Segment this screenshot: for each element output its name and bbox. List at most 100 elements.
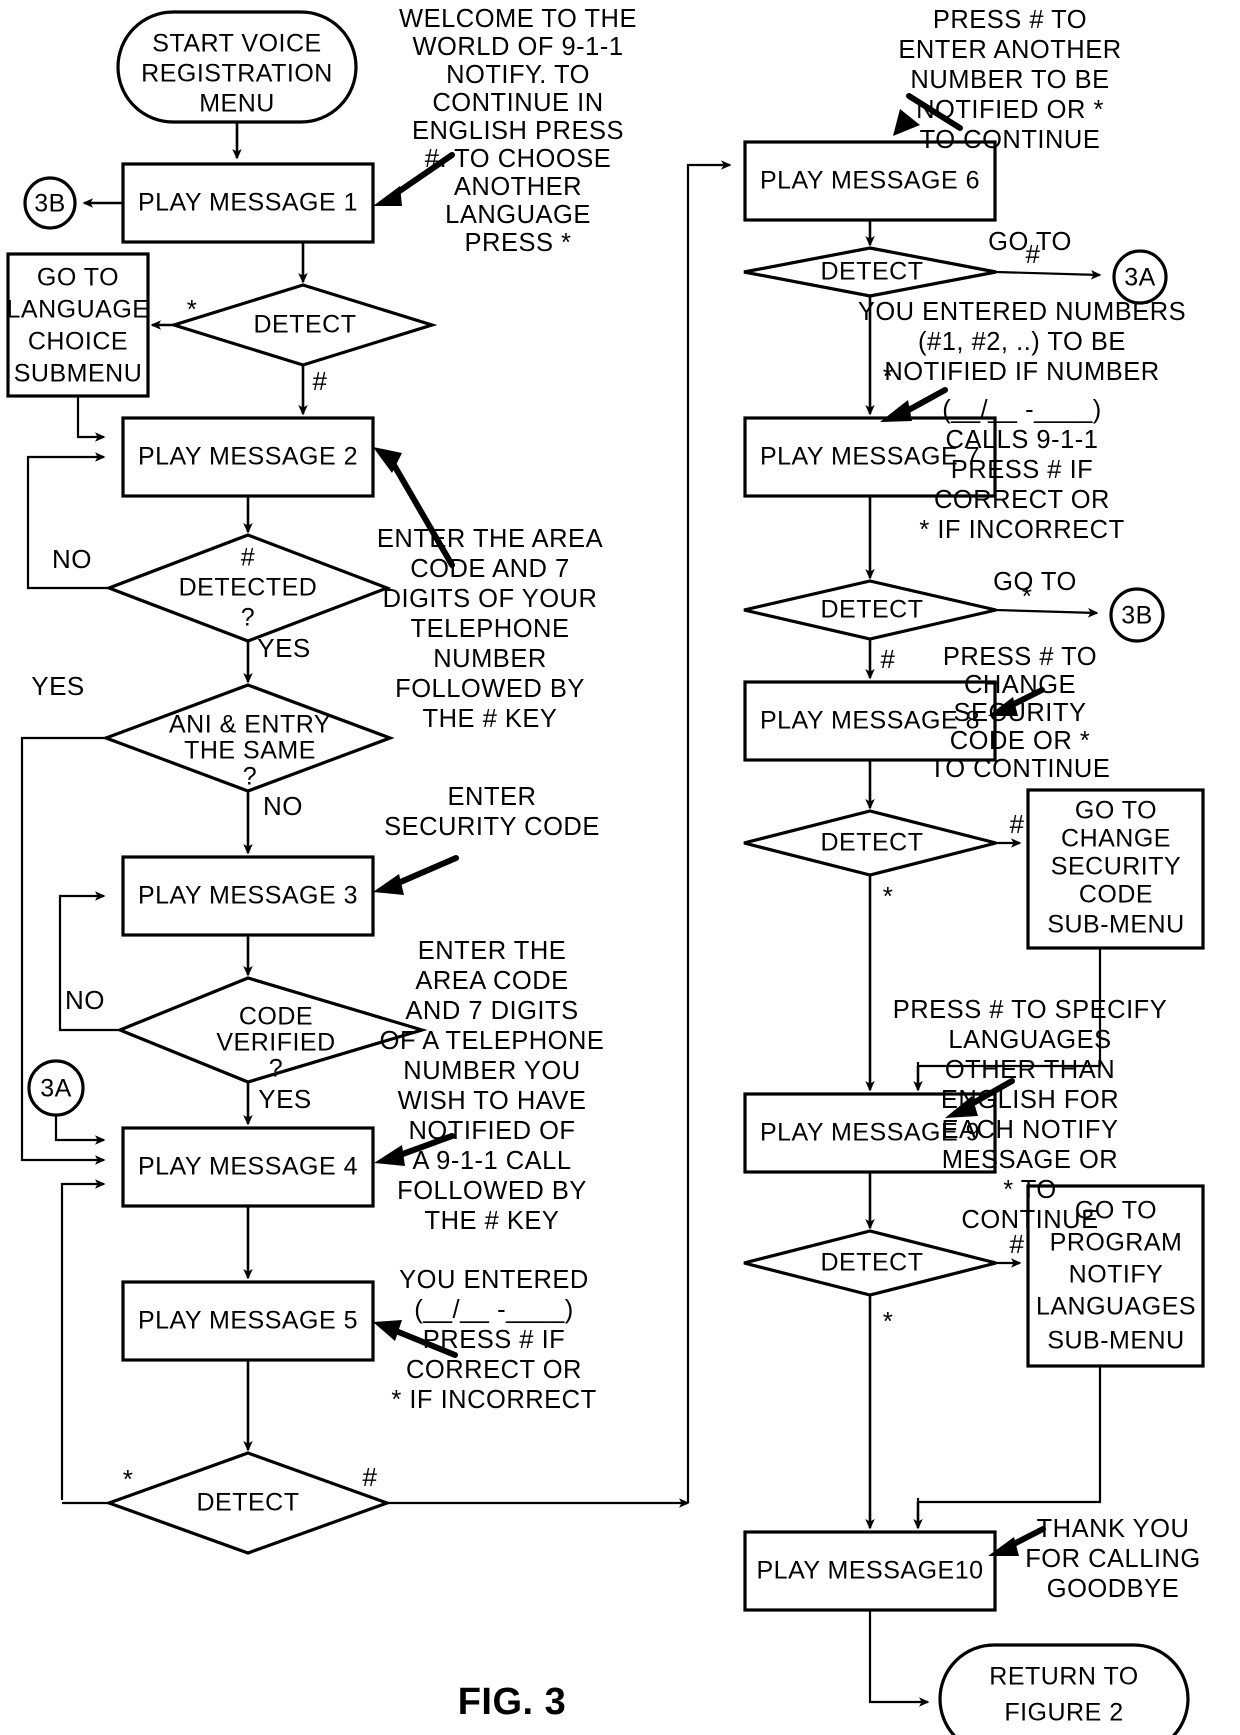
node-start: START VOICE REGISTRATION MENU	[116, 10, 358, 124]
ani-line3: ?	[243, 763, 257, 791]
annotation-msg1-line-8: PRESS *	[465, 229, 572, 257]
msg2-label: PLAY MESSAGE 2	[138, 443, 358, 471]
change-security-line3: SECURITY	[1051, 853, 1181, 881]
annotation-msg4-line-7: A 9-1-1 CALL	[412, 1147, 571, 1175]
node-msg3: PLAY MESSAGE 3	[121, 855, 375, 937]
node-detect7: DETECT	[743, 579, 997, 641]
annotation-msg5-line-1: (__/__ -____)	[414, 1296, 574, 1324]
node-detect1: DETECT	[168, 283, 438, 367]
annotation-msg10-line-2: GOODBYE	[1047, 1575, 1179, 1603]
annotation-msg3-line-0: ENTER	[448, 783, 537, 811]
edge-program-notify-to-msg10-a	[916, 1366, 1102, 1504]
change-security-line5: SUB-MENU	[1047, 911, 1184, 939]
connector-3a-left: 3A	[27, 1059, 85, 1117]
annotation-msg1-line-4: ENGLISH PRESS	[412, 117, 624, 145]
annotation-msg4-line-2: AND 7 DIGITS	[405, 997, 578, 1025]
msg3-label: PLAY MESSAGE 3	[138, 882, 358, 910]
connector-3a-left-label: 3A	[40, 1075, 72, 1103]
detect-bottom-label: DETECT	[197, 1489, 300, 1517]
change-security-line2: CHANGE	[1061, 825, 1171, 853]
annotation-msg4-line-0: ENTER THE	[418, 937, 567, 965]
annotation-msg6-line-1: ENTER ANOTHER	[898, 36, 1121, 64]
figure-label: FIG. 3	[458, 1681, 567, 1723]
detect1-label: DETECT	[254, 311, 357, 339]
annotation-msg3-line-1: SECURITY CODE	[384, 813, 600, 841]
annotation-msg2-line-5: FOLLOWED BY	[395, 675, 585, 703]
detect9-label: DETECT	[821, 1249, 924, 1277]
edge-label-detect9-hash: #	[1010, 1229, 1025, 1259]
connector-3b-right-label: 3B	[1121, 602, 1153, 630]
annotation-msg2-line-3: TELEPHONE	[411, 615, 570, 643]
node-change-security-submenu: GO TO CHANGE SECURITY CODE SUB-MENU	[1026, 788, 1205, 950]
edge-detect7-star-to-3b	[995, 607, 1099, 618]
msg7-label: PLAY MESSAGE 7	[760, 443, 980, 471]
node-language-choice-submenu: GO TO LANGUAGE CHOICE SUBMENU	[6, 252, 150, 398]
annotation-msg9-line-5: MESSAGE OR	[942, 1146, 1118, 1174]
annotation-msg1-line-0: WELCOME TO THE	[399, 5, 637, 33]
annotation-msg9-line-6: * TO	[1003, 1176, 1057, 1204]
program-notify-line1: GO TO	[1075, 1197, 1157, 1225]
edge-label-detect9-star: *	[883, 1306, 894, 1336]
edge-label-detect8-star: *	[883, 881, 894, 911]
lang-submenu-line3: CHOICE	[28, 328, 128, 356]
annotation-msg9-line-0: PRESS # TO SPECIFY	[893, 996, 1167, 1024]
msg1-label: PLAY MESSAGE 1	[138, 189, 358, 217]
edge-label-detect1-star: *	[187, 294, 198, 324]
annotation-msg9-line-1: LANGUAGES	[948, 1026, 1111, 1054]
goto-3a-label: GO TO	[988, 228, 1072, 256]
annotation-msg4-line-1: AREA CODE	[415, 967, 568, 995]
program-notify-line5: SUB-MENU	[1047, 1327, 1184, 1355]
annotation-msg7-line-6: CORRECT OR	[934, 486, 1110, 514]
lang-submenu-line2: LANGUAGE	[7, 296, 150, 324]
annotation-msg2: ENTER THE AREA CODE AND 7 DIGITS OF YOUR…	[377, 525, 603, 733]
msg10-label: PLAY MESSAGE10	[756, 1557, 983, 1585]
edge-msg10-to-return	[868, 1610, 930, 1707]
node-msg4: PLAY MESSAGE 4	[121, 1126, 375, 1208]
return-line1: RETURN TO	[989, 1663, 1138, 1691]
detect8-label: DETECT	[821, 829, 924, 857]
annotation-msg8-line-1: CHANGE	[964, 671, 1076, 699]
annotation-msg4-line-5: WISH TO HAVE	[398, 1087, 587, 1115]
pointer-msg3-arrowhead	[373, 874, 404, 895]
annotation-msg10-line-0: THANK YOU	[1037, 1515, 1190, 1543]
node-detected2: DETECTED # ?	[104, 533, 392, 643]
program-notify-line3: NOTIFY	[1069, 1261, 1164, 1289]
annotation-msg4-line-9: THE # KEY	[425, 1207, 560, 1235]
detected2-question: ?	[241, 604, 255, 632]
annotation-msg1-line-6: ANOTHER	[454, 173, 582, 201]
node-detect9: DETECT	[743, 1229, 997, 1297]
msg5-label: PLAY MESSAGE 5	[138, 1307, 358, 1335]
edge-detect6-hash-to-3a	[995, 269, 1102, 280]
program-notify-line2: PROGRAM	[1050, 1229, 1183, 1257]
edge-label-code-no: NO	[65, 985, 105, 1015]
annotation-msg7-line-1: (#1, #2, ..) TO BE	[918, 328, 1126, 356]
msg9-label: PLAY MESSAGE 9	[760, 1119, 980, 1147]
goto-3b-label: GO TO	[993, 568, 1077, 596]
code-verified-line1: CODE	[239, 1003, 313, 1031]
flowchart-svg: START VOICE REGISTRATION MENU PLAY MESSA…	[6, 5, 1205, 1735]
annotation-msg1-line-2: NOTIFY. TO	[446, 61, 590, 89]
detected2-hash: #	[241, 544, 255, 572]
node-msg2: PLAY MESSAGE 2	[121, 416, 375, 498]
annotation-msg9-line-2: OTHER THAN	[945, 1056, 1115, 1084]
annotation-msg7-line-2: NOTIFIED IF NUMBER	[884, 358, 1159, 386]
annotation-msg10: THANK YOU FOR CALLING GOODBYE	[1025, 1515, 1200, 1603]
change-security-line4: CODE	[1079, 881, 1153, 909]
annotation-msg4-line-4: NUMBER YOU	[403, 1057, 580, 1085]
pointer-msg4-arrowhead	[374, 1145, 405, 1166]
annotation-msg7-line-3: (__/__ -____)	[942, 396, 1102, 424]
annotation-msg5-line-4: * IF INCORRECT	[391, 1386, 596, 1414]
edge-label-detect7-hash: #	[881, 644, 896, 674]
change-security-line1: GO TO	[1075, 797, 1157, 825]
pointer-msg10-arrowhead	[988, 1537, 1019, 1556]
edge-label-detected2-no: NO	[52, 544, 92, 574]
annotation-msg1-line-7: LANGUAGE	[445, 201, 591, 229]
node-msg10: PLAY MESSAGE10	[743, 1530, 997, 1612]
pointer-msg1-arrowhead	[373, 186, 402, 206]
connector-3a-right: 3A	[1112, 249, 1168, 305]
lang-submenu-line1: GO TO	[37, 264, 119, 292]
code-verified-line2: VERIFIED	[216, 1029, 335, 1057]
node-code-verified: CODE VERIFIED ?	[115, 976, 428, 1084]
connector-3a-right-label: 3A	[1124, 264, 1156, 292]
ani-line2: THE SAME	[184, 737, 316, 765]
